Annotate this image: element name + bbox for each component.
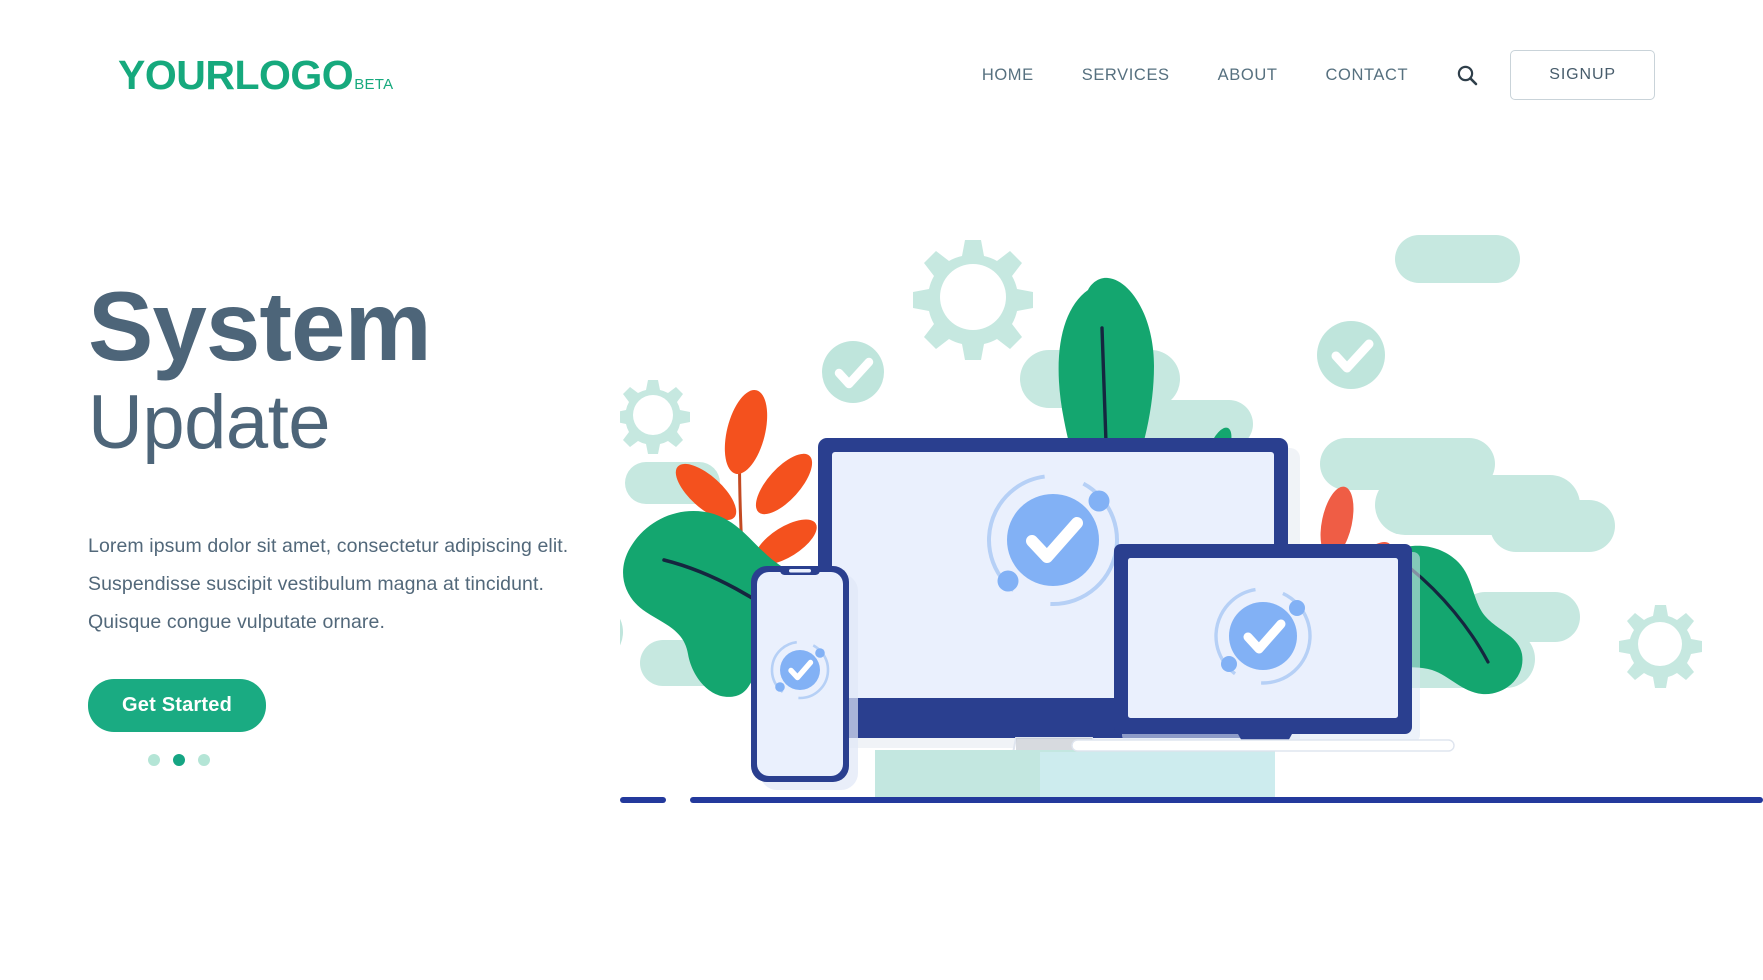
gear-icon-large xyxy=(913,240,1033,360)
logo-text: YOURLOGO xyxy=(118,51,354,98)
main-navigation: HOME SERVICES ABOUT CONTACT SIGNUP xyxy=(958,50,1655,100)
ground-line xyxy=(620,797,1763,803)
nav-item-contact[interactable]: CONTACT xyxy=(1302,66,1433,85)
search-icon[interactable] xyxy=(1454,62,1480,88)
checkmark-circle-decor-top xyxy=(822,341,884,403)
nav-item-about[interactable]: ABOUT xyxy=(1194,66,1302,85)
site-header: YOURLOGO BETA HOME SERVICES ABOUT CONTAC… xyxy=(0,0,1763,150)
get-started-button[interactable]: Get Started xyxy=(88,678,267,732)
system-update-devices-illustration xyxy=(620,200,1763,880)
checkmark-circle-decor-right xyxy=(1317,321,1385,389)
signup-button[interactable]: SIGNUP xyxy=(1510,50,1655,100)
logo-beta-badge: BETA xyxy=(354,75,394,93)
landing-page: YOURLOGO BETA HOME SERVICES ABOUT CONTAC… xyxy=(0,0,1763,980)
smartphone xyxy=(751,566,858,790)
nav-item-home[interactable]: HOME xyxy=(958,66,1058,85)
carousel-dot-3[interactable] xyxy=(198,753,210,766)
laptop xyxy=(1071,544,1455,752)
gear-icon-small-left xyxy=(620,380,690,454)
gear-icon-right xyxy=(1619,605,1702,688)
checkmark-circle-decor-left xyxy=(620,618,623,646)
carousel-dot-2[interactable] xyxy=(173,753,185,766)
site-logo[interactable]: YOURLOGO BETA xyxy=(118,51,394,98)
nav-item-services[interactable]: SERVICES xyxy=(1058,66,1194,85)
carousel-dot-1[interactable] xyxy=(148,753,160,766)
